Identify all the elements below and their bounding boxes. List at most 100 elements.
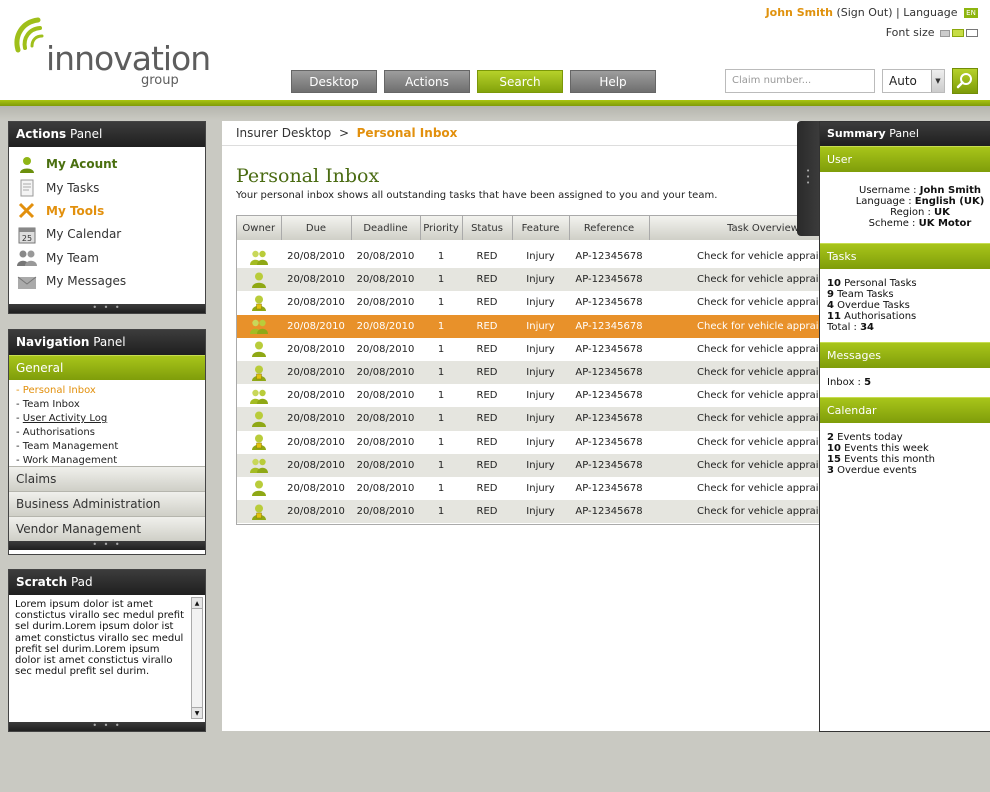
feature-cell: Injury xyxy=(512,407,569,431)
claim-number-input[interactable]: Claim number... xyxy=(725,69,875,93)
envelope-icon xyxy=(17,273,37,291)
calendar-count-item[interactable]: 2 Events today xyxy=(827,432,983,443)
deadline-cell: 20/08/2010 xyxy=(351,360,420,385)
nav-group-business-administration[interactable]: Business Administration xyxy=(9,491,205,516)
summary-section-messages[interactable]: Messages xyxy=(820,342,990,368)
calendar-count-item[interactable]: 10 Events this week xyxy=(827,443,983,454)
column-header-priority[interactable]: Priority xyxy=(420,216,463,240)
table-row[interactable]: 20/08/2010 20/08/2010 1 RED Injury AP-1234567… xyxy=(237,245,820,268)
reference-cell: AP-12345678 xyxy=(575,297,643,309)
reference-cell: AP-12345678 xyxy=(569,268,649,292)
table-row[interactable]: 20/08/2010 20/08/2010 1 RED Injury AP-1234567… xyxy=(237,314,820,338)
task-count-item[interactable]: 9 Team Tasks xyxy=(827,289,983,300)
team-icon xyxy=(17,249,37,267)
breadcrumb-parent[interactable]: Insurer Desktop xyxy=(236,126,331,140)
panel-grip-icon[interactable]: • • • xyxy=(9,304,205,313)
deadline-cell: 20/08/2010 xyxy=(351,268,420,292)
font-size-medium-icon[interactable] xyxy=(952,29,964,37)
nav-sub-item[interactable]: - Team Inbox xyxy=(16,398,205,412)
column-header-deadline[interactable]: Deadline xyxy=(351,216,421,240)
task-count-item[interactable]: 10 Personal Tasks xyxy=(827,278,983,289)
table-row[interactable]: 20/08/2010 20/08/2010 1 RED Injury AP-1234567… xyxy=(237,268,820,292)
user-field: Region : UK xyxy=(850,207,990,218)
owner-cell xyxy=(237,431,281,454)
nav-group-general[interactable]: General xyxy=(9,355,205,380)
locked-user-icon xyxy=(250,365,268,381)
summary-section-calendar[interactable]: Calendar xyxy=(820,397,990,423)
innovation-logo[interactable]: innovation group xyxy=(12,12,212,90)
action-item-my-tasks[interactable]: My Tasks xyxy=(17,176,205,199)
table-row[interactable]: 20/08/2010 20/08/2010 1 RED Injury AP-1234567… xyxy=(237,291,820,314)
nav-group-vendor-management[interactable]: Vendor Management xyxy=(9,516,205,541)
column-header-due[interactable]: Due xyxy=(281,216,352,240)
nav-sub-item[interactable]: - Team Management xyxy=(16,440,205,454)
nav-tab-search[interactable]: Search xyxy=(477,70,563,93)
nav-sub-item[interactable]: - User Activity Log xyxy=(16,412,205,426)
task-count-item[interactable]: 4 Overdue Tasks xyxy=(827,300,983,311)
search-icon xyxy=(956,73,972,89)
table-row[interactable]: 20/08/2010 20/08/2010 1 RED Injury AP-1234567… xyxy=(237,338,820,361)
nav-sub-item[interactable]: - Authorisations xyxy=(16,426,205,440)
task-count-item[interactable]: 11 Authorisations xyxy=(827,311,983,322)
status-cell: RED xyxy=(476,436,498,448)
table-row[interactable]: 20/08/2010 20/08/2010 1 RED Injury AP-1234567… xyxy=(237,407,820,431)
signout-link[interactable]: (Sign Out) xyxy=(836,6,892,19)
column-header-owner[interactable]: Owner xyxy=(237,216,282,240)
scroll-down-icon[interactable]: ▼ xyxy=(192,707,202,718)
scratch-pad-textarea[interactable]: Lorem ipsum dolor ist amet constictus vi… xyxy=(9,595,205,722)
panel-grip-icon[interactable]: • • • xyxy=(9,722,205,731)
actions-panel-header: Actions Panel xyxy=(9,122,205,147)
summary-panel-toggle[interactable]: • • • xyxy=(797,121,820,236)
summary-section-tasks[interactable]: Tasks xyxy=(820,243,990,269)
summary-section-user[interactable]: User xyxy=(820,146,990,172)
action-item-my-team[interactable]: My Team xyxy=(17,247,205,270)
nav-sub-item[interactable]: - Personal Inbox xyxy=(16,384,205,398)
table-row[interactable]: 20/08/2010 20/08/2010 1 RED Injury AP-1234567… xyxy=(237,453,820,477)
nav-tab-desktop[interactable]: Desktop xyxy=(291,70,377,93)
svg-text:25: 25 xyxy=(22,234,32,243)
table-row[interactable]: 20/08/2010 20/08/2010 1 RED Injury AP-1234567… xyxy=(237,477,820,500)
table-row[interactable]: 20/08/2010 20/08/2010 1 RED Injury AP-1234567… xyxy=(237,500,820,524)
status-cell: RED xyxy=(476,251,498,263)
action-item-my-calendar[interactable]: 25 My Calendar xyxy=(17,223,205,246)
scratch-pad-panel: Scratch Pad Lorem ipsum dolor ist amet c… xyxy=(8,569,206,732)
breadcrumb: Insurer Desktop > Personal Inbox xyxy=(222,121,820,146)
table-row[interactable]: 20/08/2010 20/08/2010 1 RED Injury AP-1234567… xyxy=(237,384,820,407)
priority-cell: 1 xyxy=(420,407,462,431)
action-item-my-messages[interactable]: My Messages xyxy=(17,270,205,293)
owner-cell xyxy=(237,477,281,500)
username-link[interactable]: John Smith xyxy=(766,6,833,19)
font-size-large-icon[interactable] xyxy=(966,29,978,37)
action-item-my-acount[interactable]: My Acount xyxy=(17,153,205,176)
reference-cell: AP-12345678 xyxy=(569,314,649,338)
scroll-up-icon[interactable]: ▲ xyxy=(192,598,202,609)
language-flag-icon[interactable]: EN xyxy=(964,8,978,18)
calendar-count-item[interactable]: 15 Events this month xyxy=(827,454,983,465)
priority-cell: 1 xyxy=(420,360,462,385)
nav-sub-item-label: User Activity Log xyxy=(22,413,108,424)
panel-grip-icon[interactable]: • • • xyxy=(9,541,205,550)
column-header-reference[interactable]: Reference xyxy=(569,216,650,240)
table-row[interactable]: 20/08/2010 20/08/2010 1 RED Injury AP-1234567… xyxy=(237,360,820,385)
locked-user-icon xyxy=(250,295,268,311)
task-count: 4 xyxy=(827,300,834,311)
summary-calendar-counts: 2 Events today 10 Events this week 15 Even… xyxy=(820,423,990,485)
scrollbar[interactable]: ▲ ▼ xyxy=(191,597,203,719)
nav-tab-help[interactable]: Help xyxy=(570,70,656,93)
search-mode-select[interactable]: Auto ▼ xyxy=(882,69,945,93)
user-field-value: UK xyxy=(934,207,950,218)
calendar-count-item[interactable]: 3 Overdue events xyxy=(827,465,983,476)
action-item-my-tools[interactable]: My Tools xyxy=(17,200,205,223)
nav-group-claims[interactable]: Claims xyxy=(9,466,205,491)
user-field-label: Language : xyxy=(855,196,915,207)
chevron-down-icon[interactable]: ▼ xyxy=(931,70,944,92)
search-go-button[interactable] xyxy=(952,68,978,94)
user-icon xyxy=(17,156,37,174)
table-row[interactable]: 20/08/2010 20/08/2010 1 RED Injury AP-1234567… xyxy=(237,431,820,454)
font-size-small-icon[interactable] xyxy=(940,29,950,37)
column-header-status[interactable]: Status xyxy=(462,216,513,240)
column-header-task-overview[interactable]: Task Overview xyxy=(649,216,820,240)
nav-tab-actions[interactable]: Actions xyxy=(384,70,470,93)
column-header-feature[interactable]: Feature xyxy=(512,216,570,240)
reference-cell: AP-12345678 xyxy=(575,343,643,355)
